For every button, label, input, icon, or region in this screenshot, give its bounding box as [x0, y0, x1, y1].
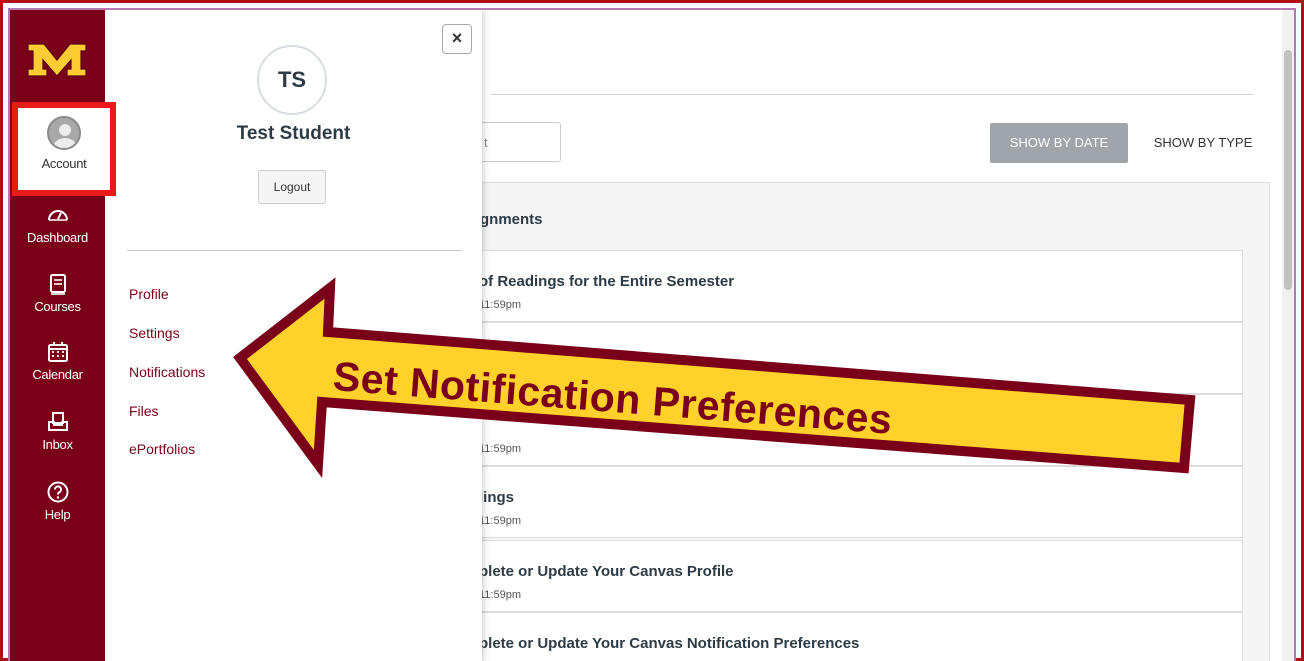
- assignments-group-title[interactable]: gnments: [480, 211, 543, 228]
- user-name: Test Student: [236, 123, 351, 144]
- nav-courses-label: Courses: [34, 299, 81, 314]
- show-by-type-button[interactable]: SHOW BY TYPE: [1138, 123, 1268, 163]
- nav-calendar[interactable]: Calendar: [10, 340, 105, 382]
- search-input[interactable]: t: [475, 122, 561, 162]
- scrollbar-thumb[interactable]: [1284, 50, 1292, 290]
- close-tray-button[interactable]: ×: [442, 24, 472, 54]
- nav-dashboard[interactable]: Dashboard: [10, 203, 105, 245]
- nav-inbox[interactable]: Inbox: [10, 410, 105, 452]
- assignment-title[interactable]: plete or Update Your Canvas Profile: [479, 563, 734, 580]
- dashboard-icon: [47, 210, 68, 221]
- assignment-due: 11:59pm: [479, 589, 521, 601]
- calendar-icon: [47, 342, 68, 362]
- tray-link-settings[interactable]: Settings: [129, 325, 180, 341]
- tray-link-profile[interactable]: Profile: [129, 286, 169, 302]
- book-icon: [49, 274, 66, 295]
- nav-help[interactable]: Help: [10, 480, 105, 522]
- nav-account-label: Account: [41, 156, 87, 171]
- logout-button[interactable]: Logout: [258, 170, 326, 204]
- page-scrollbar[interactable]: [1282, 10, 1294, 661]
- assignment-row[interactable]: plete or Update Your Canvas Notification…: [478, 612, 1243, 661]
- nav-calendar-label: Calendar: [32, 367, 83, 382]
- assignment-title[interactable]: lings: [479, 489, 514, 506]
- tray-divider: [127, 250, 462, 251]
- tray-link-files[interactable]: Files: [129, 403, 159, 419]
- nav-inbox-label: Inbox: [42, 437, 73, 452]
- help-icon: [47, 481, 68, 503]
- show-by-date-button[interactable]: SHOW BY DATE: [990, 123, 1128, 163]
- assignment-title[interactable]: plete or Update Your Canvas Notification…: [479, 635, 859, 652]
- nav-dashboard-label: Dashboard: [27, 230, 88, 245]
- header-divider: [490, 94, 1254, 95]
- user-avatar: TS: [257, 45, 327, 115]
- inbox-icon: [47, 412, 68, 431]
- assignment-due: 11:59pm: [479, 515, 521, 527]
- browser-viewport: t SHOW BY DATE SHOW BY TYPE gnments of R…: [8, 8, 1296, 661]
- account-avatar-icon: [47, 116, 81, 150]
- nav-help-label: Help: [44, 507, 71, 522]
- nav-account[interactable]: Account: [12, 102, 116, 196]
- tray-link-notifications[interactable]: Notifications: [129, 364, 205, 380]
- nav-courses[interactable]: Courses: [10, 272, 105, 314]
- university-m-logo[interactable]: [26, 38, 88, 80]
- tray-link-eportfolios[interactable]: ePortfolios: [129, 441, 195, 457]
- assignment-row[interactable]: plete or Update Your Canvas Profile 11:5…: [478, 540, 1243, 612]
